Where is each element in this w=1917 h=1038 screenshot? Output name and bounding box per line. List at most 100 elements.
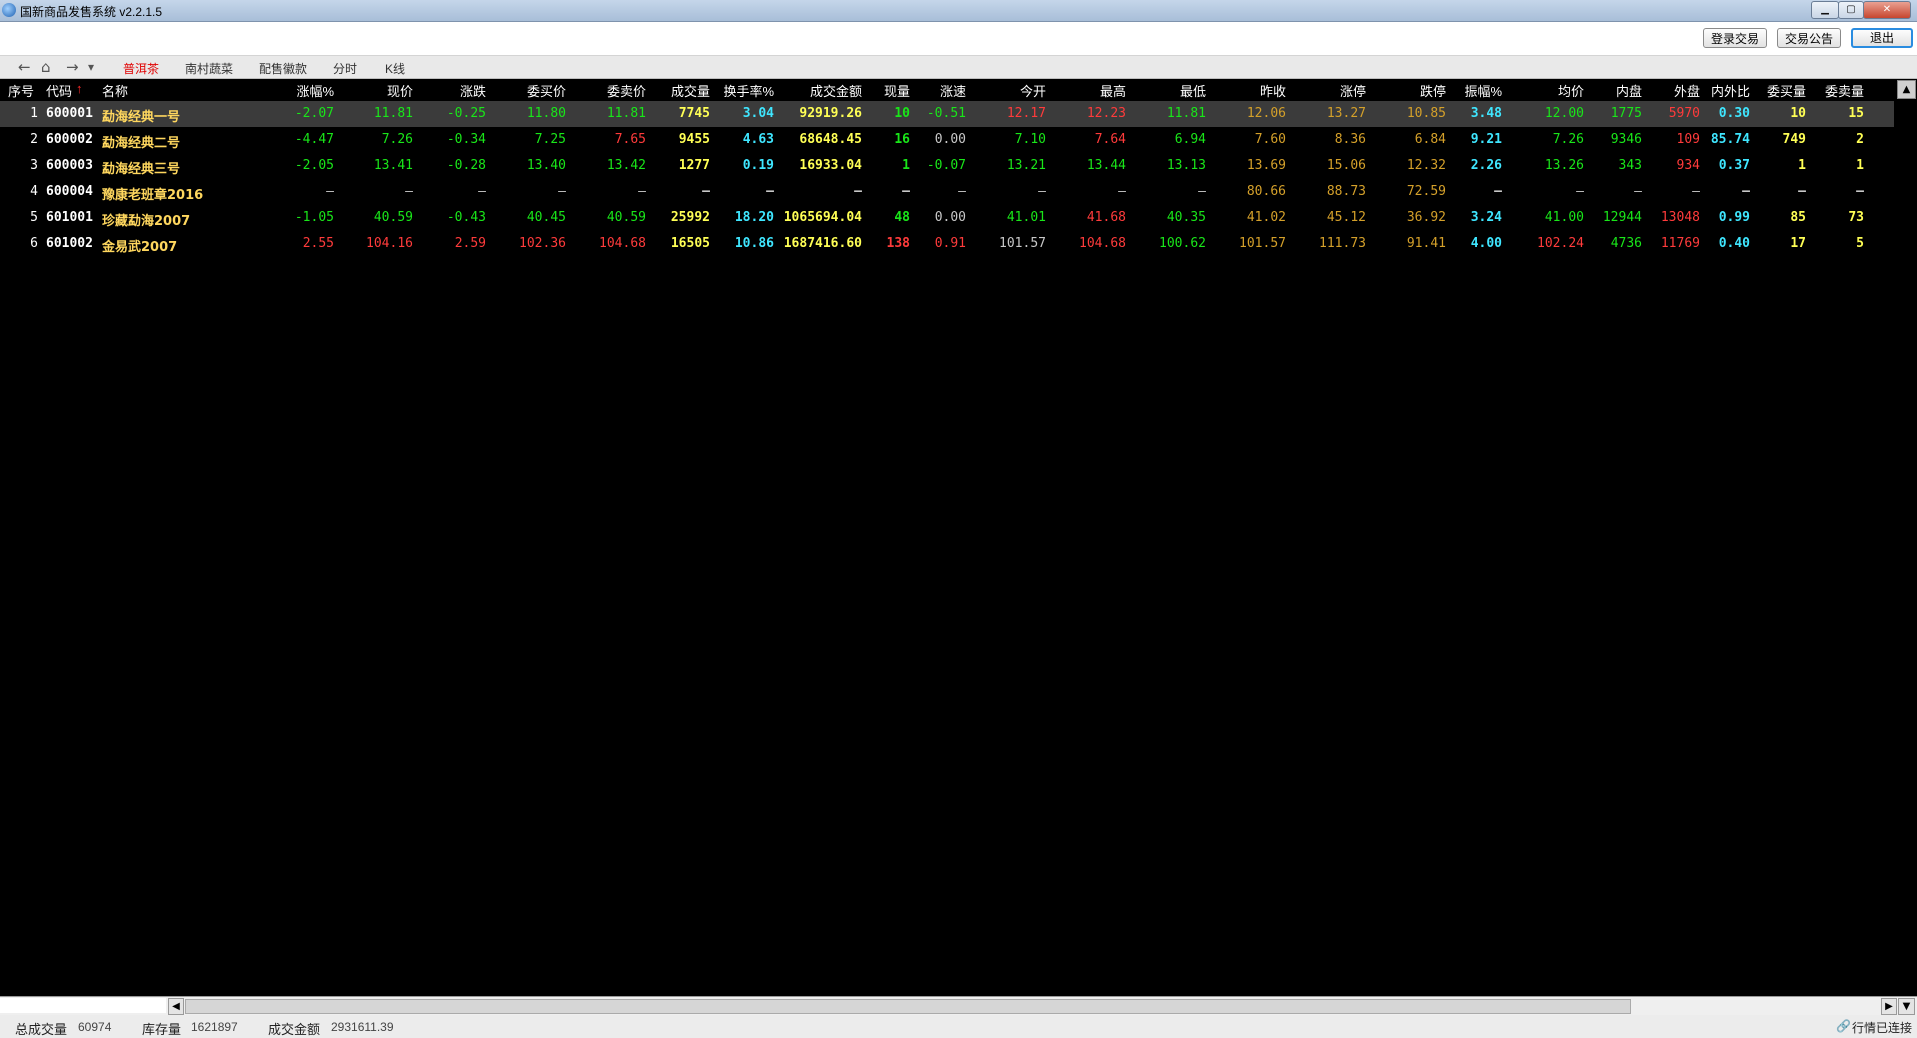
header-inner[interactable]: 内盘	[1590, 81, 1642, 99]
cell-limit-up: 13.27	[1326, 106, 1366, 121]
cell-volume: 1277	[678, 158, 710, 173]
cell-amplitude: 9.21	[1470, 132, 1502, 147]
scroll-right-icon[interactable]: ▶	[1881, 998, 1897, 1015]
cell-high: 13.44	[1086, 158, 1126, 173]
cell-price: 40.59	[373, 210, 413, 225]
tab-intraday[interactable]: 分时	[333, 60, 357, 77]
header-open[interactable]: 今开	[972, 81, 1046, 99]
scroll-left-icon[interactable]: ◀	[168, 998, 184, 1015]
scroll-down-icon[interactable]: ▼	[1898, 998, 1915, 1015]
cell-open: 41.01	[1006, 210, 1046, 225]
cell-low: 100.62	[1159, 236, 1206, 251]
header-high[interactable]: 最高	[1052, 81, 1126, 99]
cell-prev-close: 80.66	[1246, 184, 1286, 199]
header-price[interactable]: 现价	[340, 81, 413, 99]
cell-ask: —	[638, 184, 646, 199]
cell-limit-up: 88.73	[1326, 184, 1366, 199]
cell-name: 勐海经典一号	[102, 110, 181, 125]
cell-limit-down: 10.85	[1406, 106, 1446, 121]
total-amount-value: 2931611.39	[331, 1020, 394, 1034]
login-trade-button[interactable]: 登录交易	[1703, 28, 1767, 48]
total-volume-value: 60974	[78, 1020, 112, 1034]
header-name[interactable]: 名称	[102, 81, 142, 99]
cell-bid-vol: 85	[1790, 210, 1806, 225]
forward-arrow-icon[interactable]: →	[66, 58, 79, 76]
cell-speed: 0.91	[934, 236, 966, 251]
window-title-bar: 国新商品发售系统 v2.2.1.5 ▁ ▢ ✕	[0, 0, 1917, 22]
home-icon[interactable]: ⌂	[41, 58, 51, 76]
header-turnover[interactable]: 换手率%	[716, 81, 774, 99]
tab-kline[interactable]: K线	[385, 60, 405, 77]
header-volume[interactable]: 成交量	[654, 81, 710, 99]
scrollbar-thumb[interactable]	[185, 999, 1631, 1014]
cell-open: 12.17	[1006, 106, 1046, 121]
table-row[interactable]: 5 601001 珍藏勐海2007 -1.05 40.59 -0.43 40.45 40.59…	[0, 205, 1894, 231]
exit-button[interactable]: 退出	[1851, 28, 1913, 48]
header-idx[interactable]: 序号	[8, 81, 40, 99]
header-chg-pct[interactable]: 涨幅%	[270, 81, 334, 99]
cell-amount: 92919.26	[799, 106, 862, 121]
horizontal-scrollbar[interactable]: ◀ ▶ ▼	[0, 996, 1917, 1015]
cell-price: 11.81	[373, 106, 413, 121]
header-outer[interactable]: 外盘	[1648, 81, 1700, 99]
cell-bid: 11.80	[526, 106, 566, 121]
cell-avg: 13.26	[1544, 158, 1584, 173]
window-title: 国新商品发售系统 v2.2.1.5	[20, 5, 163, 19]
cell-amplitude: 2.26	[1470, 158, 1502, 173]
cell-outer: 5970	[1668, 106, 1700, 121]
header-bid-vol[interactable]: 委买量	[1756, 81, 1806, 99]
header-prev-close[interactable]: 昨收	[1212, 81, 1286, 99]
cell-io-ratio: 0.99	[1718, 210, 1750, 225]
table-row[interactable]: 3 600003 勐海经典三号 -2.05 13.41 -0.28 13.40 13.42 12…	[0, 153, 1894, 179]
cell-io-ratio: 0.37	[1718, 158, 1750, 173]
header-avg[interactable]: 均价	[1508, 81, 1584, 99]
table-row[interactable]: 4 600004 豫康老班章2016 — — — — — — — — — — — — — 80.66 88.73 7…	[0, 179, 1894, 205]
cell-speed: -0.51	[926, 106, 966, 121]
tab-nancun-vegetables[interactable]: 南村蔬菜	[185, 60, 233, 77]
cell-open: 7.10	[1014, 132, 1046, 147]
header-code[interactable]: 代码	[46, 81, 80, 99]
cell-ask-vol: 5	[1856, 236, 1864, 251]
table-row[interactable]: 6 601002 金易武2007 2.55 104.16 2.59 102.36 104.68…	[0, 231, 1894, 257]
cell-speed: 0.00	[934, 210, 966, 225]
header-io-ratio[interactable]: 内外比	[1706, 81, 1750, 99]
table-row[interactable]: 1 600001 勐海经典一号 -2.07 11.81 -0.25 11.80 11.81 77…	[0, 101, 1894, 127]
cell-avg: 7.26	[1552, 132, 1584, 147]
cell-cur-vol: 10	[894, 106, 910, 121]
header-low[interactable]: 最低	[1132, 81, 1206, 99]
cell-inner: 343	[1618, 158, 1642, 173]
header-cur-vol[interactable]: 现量	[870, 81, 910, 99]
table-row[interactable]: 2 600002 勐海经典二号 -4.47 7.26 -0.34 7.25 7.65 9455 4…	[0, 127, 1894, 153]
header-speed[interactable]: 涨速	[914, 81, 966, 99]
trade-notice-button[interactable]: 交易公告	[1777, 28, 1841, 48]
vertical-scrollbar[interactable]	[1895, 79, 1917, 996]
scroll-up-icon[interactable]: ▲	[1897, 80, 1916, 99]
cell-io-ratio: —	[1742, 184, 1750, 199]
inventory-value: 1621897	[191, 1020, 238, 1034]
header-amplitude[interactable]: 振幅%	[1452, 81, 1502, 99]
cell-low: 13.13	[1166, 158, 1206, 173]
tab-puer-tea[interactable]: 普洱茶	[123, 60, 159, 77]
maximize-button[interactable]: ▢	[1838, 1, 1864, 19]
cell-turnover: 4.63	[742, 132, 774, 147]
minimize-button[interactable]: ▁	[1811, 1, 1839, 19]
chevron-down-icon[interactable]: ▾	[88, 58, 94, 76]
cell-chg-pct: -4.47	[294, 132, 334, 147]
cell-speed: -0.07	[926, 158, 966, 173]
header-ask-vol[interactable]: 委卖量	[1812, 81, 1864, 99]
header-limit-down[interactable]: 跌停	[1372, 81, 1446, 99]
cell-bid: 13.40	[526, 158, 566, 173]
header-ask[interactable]: 委卖价	[574, 81, 646, 99]
cell-amount: —	[854, 184, 862, 199]
navigation-bar: ← ⌂ → ▾ 普洱茶 南村蔬菜 配售徽款 分时 K线	[0, 56, 1917, 79]
cell-low: 11.81	[1166, 106, 1206, 121]
tab-allotment[interactable]: 配售徽款	[259, 60, 307, 77]
back-arrow-icon[interactable]: ←	[18, 58, 31, 76]
header-bid[interactable]: 委买价	[494, 81, 566, 99]
total-volume-label: 总成交量	[15, 1022, 68, 1037]
header-amount[interactable]: 成交金额	[780, 81, 862, 99]
close-button[interactable]: ✕	[1863, 1, 1911, 19]
cell-low: 6.94	[1174, 132, 1206, 147]
header-chg[interactable]: 涨跌	[420, 81, 486, 99]
header-limit-up[interactable]: 涨停	[1292, 81, 1366, 99]
